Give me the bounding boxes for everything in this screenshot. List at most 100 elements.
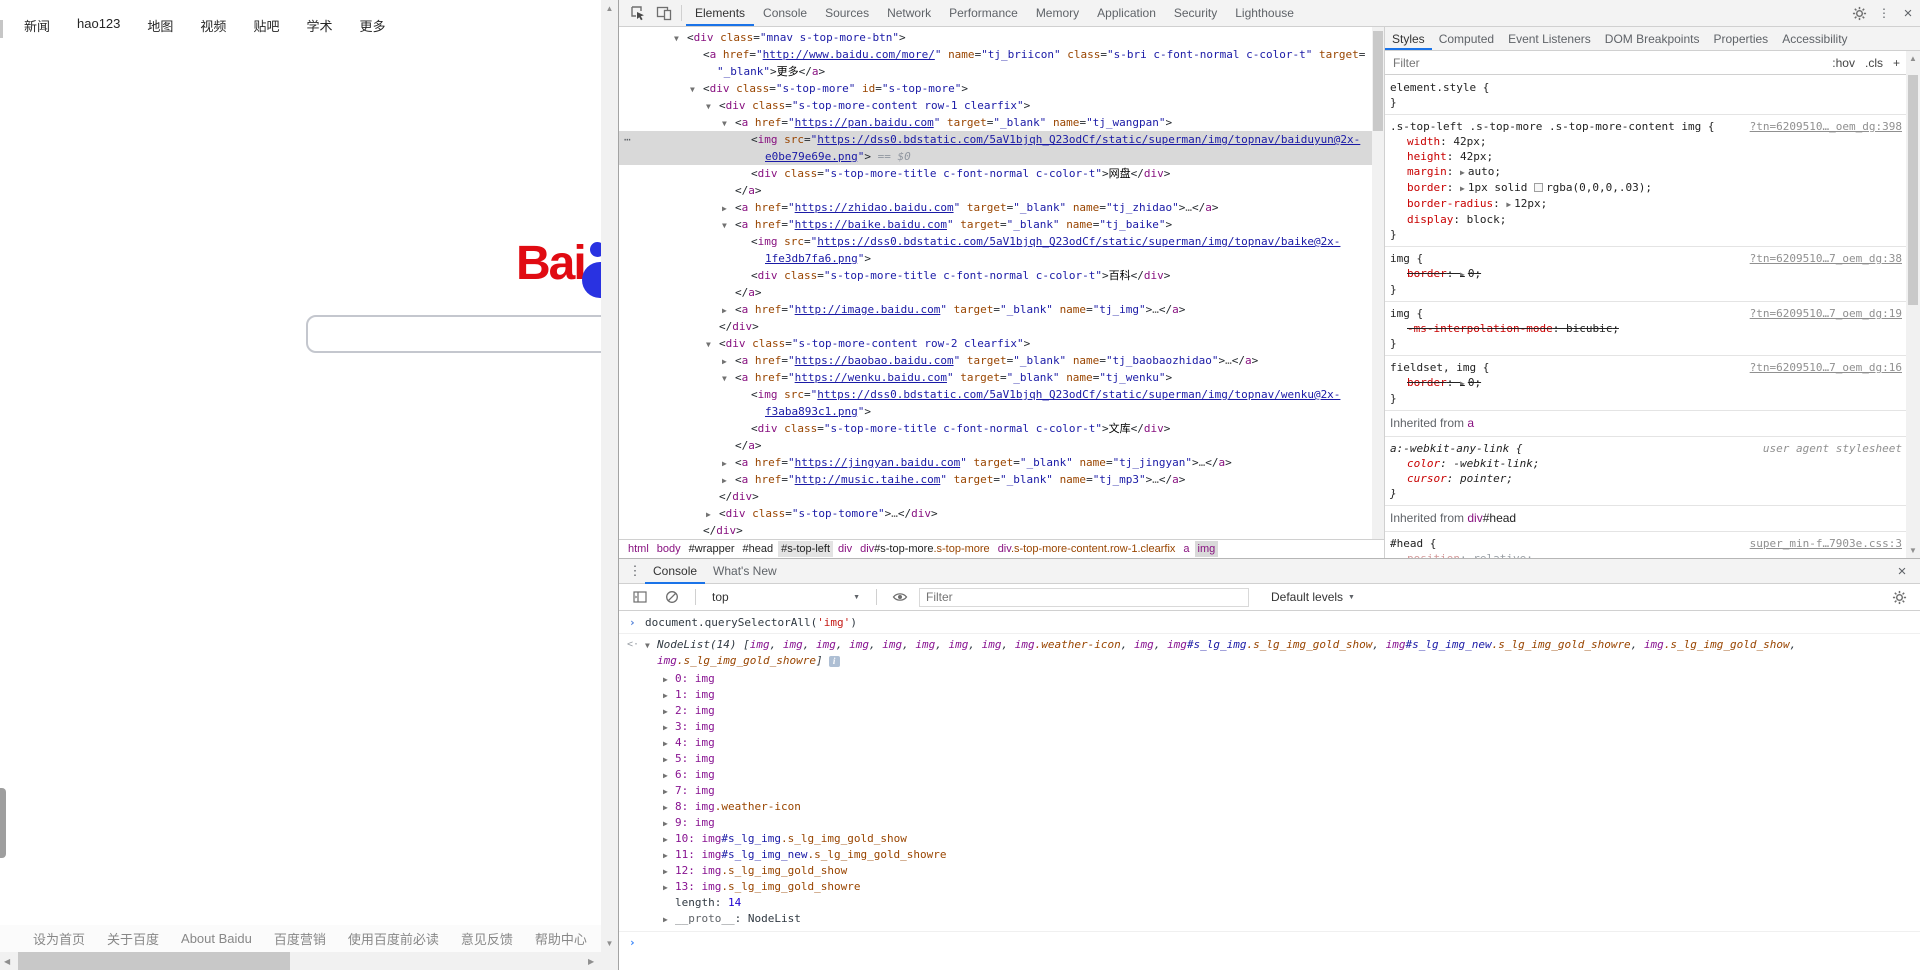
expand-shorthand-icon[interactable]: ▶ <box>1460 168 1465 177</box>
css-property[interactable]: border: ▶ 0; <box>1390 375 1902 391</box>
page-vertical-scrollbar[interactable]: ▲ ▼ <box>601 0 618 952</box>
css-property[interactable]: color: -webkit-link; <box>1390 456 1902 471</box>
inspect-element-icon[interactable] <box>625 0 651 26</box>
tree-node[interactable]: ⋯ <img src="https://dss0.bdstatic.com/5aV… <box>619 131 1372 148</box>
css-property[interactable]: border: ▶ 1px solid rgba(0,0,0,.03); <box>1390 180 1902 196</box>
tree-node[interactable]: <img src="https://dss0.bdstatic.com/5aV1… <box>619 386 1372 403</box>
css-property[interactable]: margin: ▶ auto; <box>1390 164 1902 180</box>
console-nodelist-item[interactable]: ▶ 9: img <box>619 815 1920 831</box>
footer-link[interactable]: 使用百度前必读 <box>348 929 439 948</box>
expand-icon[interactable]: ▶ <box>663 848 668 864</box>
tree-node[interactable]: 1fe3db7fa6.png"> <box>619 250 1372 267</box>
footer-link[interactable]: 百度营销 <box>274 929 326 948</box>
scroll-right-icon[interactable]: ▶ <box>588 957 594 966</box>
device-toolbar-icon[interactable] <box>651 0 677 26</box>
tree-node[interactable]: </a> <box>619 182 1372 199</box>
console-nodelist-item[interactable]: ▶ 3: img <box>619 719 1920 735</box>
collapse-icon[interactable]: ▼ <box>722 217 735 234</box>
scroll-down-icon[interactable]: ▼ <box>601 939 618 948</box>
info-icon[interactable]: i <box>828 656 840 667</box>
horizontal-scroll-thumb[interactable] <box>18 952 290 970</box>
style-source-link[interactable]: ?tn=6209510…7_oem_dg:19 <box>1750 306 1902 321</box>
tree-node[interactable]: ▼ <a href="https://baike.baidu.com" targe… <box>619 216 1372 233</box>
nav-link[interactable]: 更多 <box>359 16 385 35</box>
expand-icon[interactable]: ▶ <box>722 302 735 319</box>
styles-tab-dom-breakpoints[interactable]: DOM Breakpoints <box>1598 27 1707 50</box>
tree-node[interactable]: ▼ <a href="https://wenku.baidu.com" targe… <box>619 369 1372 386</box>
tree-node[interactable]: </div> <box>619 318 1372 335</box>
nav-link[interactable]: 视频 <box>200 16 226 35</box>
breadcrumb-item[interactable]: a <box>1180 541 1192 557</box>
close-devtools-icon[interactable]: × <box>1896 0 1920 26</box>
tab-console[interactable]: Console <box>645 559 706 584</box>
color-swatch[interactable] <box>1534 183 1544 192</box>
breadcrumb-item[interactable]: #s-top-left <box>778 541 834 557</box>
breadcrumb-item[interactable]: div#s-top-more.s-top-more <box>857 541 993 557</box>
expand-icon[interactable]: ▶ <box>722 455 735 472</box>
styles-tab-properties[interactable]: Properties <box>1706 27 1775 50</box>
console-prompt[interactable]: › <box>619 932 1920 949</box>
footer-link[interactable]: About Baidu <box>181 931 252 946</box>
console-sidebar-icon[interactable] <box>627 584 653 610</box>
toggle-classes[interactable]: .cls <box>1865 56 1883 70</box>
console-result-preview[interactable]: <· ▼ NodeList(14) [img, img, img, img, img… <box>619 634 1920 671</box>
nav-link[interactable]: 贴吧 <box>253 16 279 35</box>
style-source-link[interactable]: ?tn=6209510…7_oem_dg:16 <box>1750 360 1902 375</box>
node-menu-icon[interactable]: ⋯ <box>624 131 631 148</box>
collapse-icon[interactable]: ▼ <box>645 638 650 654</box>
console-nodelist-item[interactable]: ▶ 4: img <box>619 735 1920 751</box>
tree-node[interactable]: ▶ <a href="http://music.taihe.com" target… <box>619 471 1372 488</box>
clear-console-icon[interactable] <box>659 584 685 610</box>
page-horizontal-scrollbar[interactable]: ◀ ▶ <box>0 952 618 970</box>
style-source-link[interactable]: super_min-f…7903e.css:3 <box>1750 536 1902 551</box>
devtools-tab-network[interactable]: Network <box>878 0 940 26</box>
execution-context-select[interactable]: top ▼ <box>706 590 866 604</box>
eye-live-expression-icon[interactable] <box>887 584 913 610</box>
tree-node[interactable]: <div class="s-top-more-title c-font-norm… <box>619 267 1372 284</box>
tree-node[interactable]: </div> <box>619 488 1372 505</box>
collapse-icon[interactable]: ▼ <box>706 98 719 115</box>
style-source-link[interactable]: ?tn=6209510…7_oem_dg:38 <box>1750 251 1902 266</box>
expand-shorthand-icon[interactable]: ▶ <box>1460 184 1465 193</box>
css-property[interactable]: border-radius: ▶ 12px; <box>1390 196 1902 212</box>
elements-scroll-thumb[interactable] <box>1373 31 1383 131</box>
css-property[interactable]: display: block; <box>1390 212 1902 227</box>
expand-icon[interactable]: ▶ <box>663 816 668 832</box>
console-nodelist-item[interactable]: ▶ 1: img <box>619 687 1920 703</box>
nav-link[interactable]: 新闻 <box>24 16 50 35</box>
settings-gear-icon[interactable] <box>1846 0 1872 26</box>
tree-node[interactable]: f3aba893c1.png"> <box>619 403 1372 420</box>
nav-link[interactable]: hao123 <box>77 16 120 35</box>
css-property[interactable]: -ms-interpolation-mode: bicubic; <box>1390 321 1902 336</box>
tree-node[interactable]: ▼ <a href="https://pan.baidu.com" target=… <box>619 114 1372 131</box>
expand-shorthand-icon[interactable]: ▶ <box>1460 270 1465 279</box>
breadcrumb-item[interactable]: #head <box>740 541 777 557</box>
style-source-link[interactable]: user agent stylesheet <box>1763 441 1902 456</box>
console-nodelist-item[interactable]: ▶ 2: img <box>619 703 1920 719</box>
expand-icon[interactable]: ▶ <box>663 752 668 768</box>
tree-node[interactable]: ▶ <a href="https://baobao.baidu.com" targ… <box>619 352 1372 369</box>
footer-link[interactable]: 帮助中心 <box>535 929 587 948</box>
drawer-menu-icon[interactable]: ⋮ <box>625 563 645 579</box>
styles-scroll-thumb[interactable] <box>1908 75 1918 305</box>
collapse-icon[interactable]: ▼ <box>722 115 735 132</box>
nav-link[interactable]: 学术 <box>306 16 332 35</box>
css-property[interactable]: position: relative; <box>1390 551 1902 558</box>
console-command[interactable]: › document.querySelectorAll('img') <box>619 612 1920 634</box>
styles-filter-input[interactable] <box>1391 54 1823 71</box>
collapse-icon[interactable]: ▼ <box>674 30 687 47</box>
style-rule-selector[interactable]: ?tn=6209510…7_oem_dg:19 img { <box>1390 306 1902 321</box>
expand-icon[interactable]: ▶ <box>663 784 668 800</box>
devtools-tab-application[interactable]: Application <box>1088 0 1165 26</box>
log-levels-select[interactable]: Default levels ▼ <box>1271 590 1355 604</box>
devtools-tab-console[interactable]: Console <box>754 0 816 26</box>
tree-node[interactable]: ▼ <div class="s-top-more" id="s-top-more"… <box>619 80 1372 97</box>
css-property[interactable]: height: 42px; <box>1390 149 1902 164</box>
style-rule-selector[interactable]: user agent stylesheet a:-webkit-any-link … <box>1390 441 1902 456</box>
console-nodelist-item[interactable]: ▶ 11: img#s_lg_img_new.s_lg_img_gold_show… <box>619 847 1920 863</box>
expand-shorthand-icon[interactable]: ▶ <box>1506 200 1511 209</box>
close-drawer-icon[interactable]: × <box>1890 558 1914 584</box>
tree-node[interactable]: ▶ <a href="http://image.baidu.com" target… <box>619 301 1372 318</box>
nav-link[interactable]: 地图 <box>147 16 173 35</box>
styles-tab-accessibility[interactable]: Accessibility <box>1775 27 1854 50</box>
